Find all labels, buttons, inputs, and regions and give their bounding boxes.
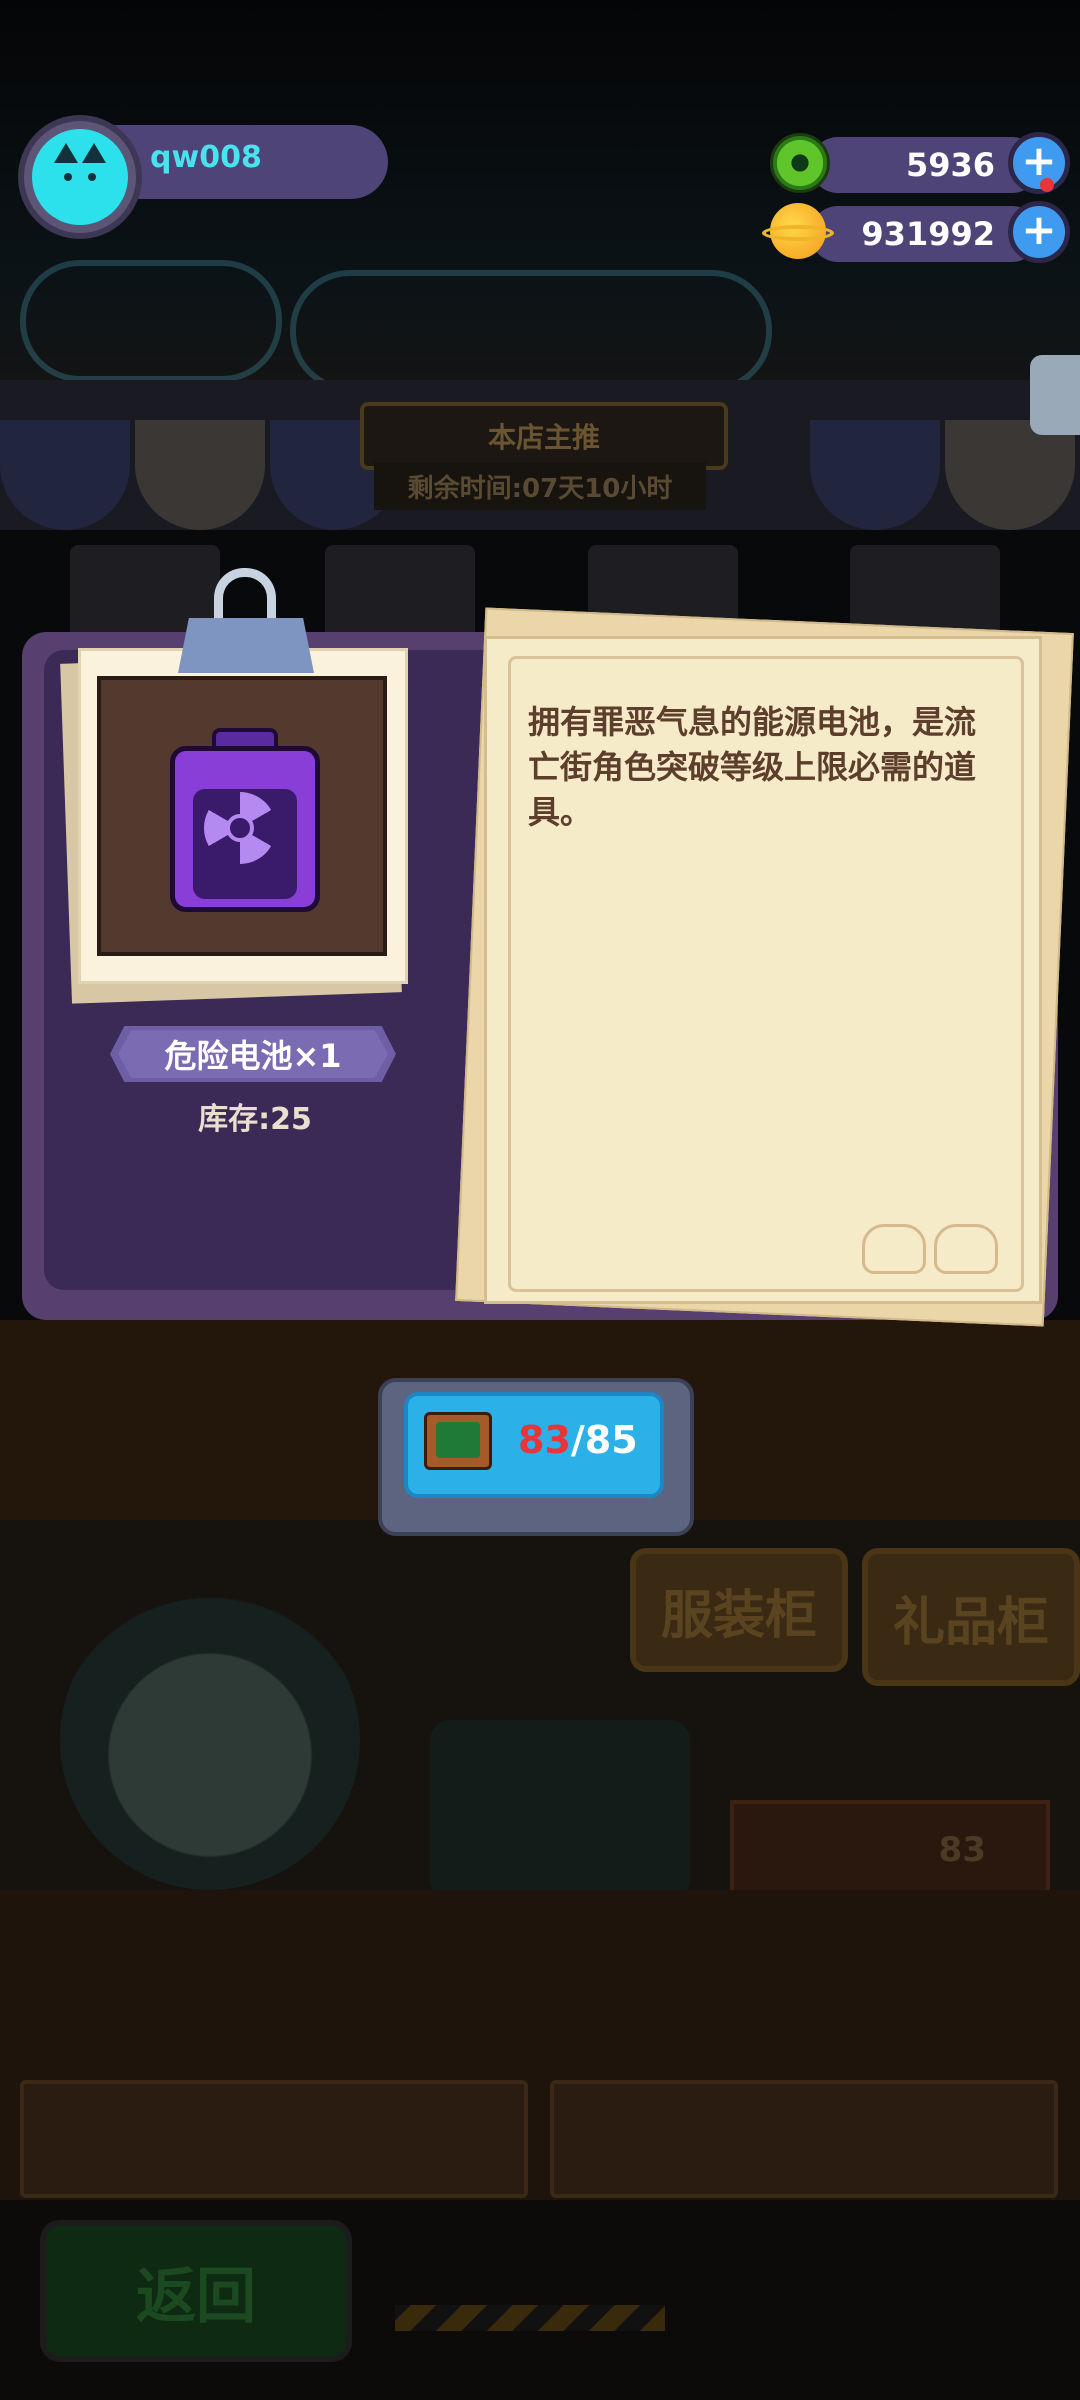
- clothing-cabinet[interactable]: 服装柜: [630, 1548, 848, 1672]
- featured-banner: 本店主推: [360, 402, 728, 470]
- material-box-count: 83: [938, 1830, 986, 1870]
- item-description: 拥有罪恶气息的能源电池，是流亡街角色突破等级上限必需的道具。: [528, 703, 977, 831]
- cat-doodle: [862, 1224, 926, 1274]
- gift-cabinet[interactable]: 礼品柜: [862, 1548, 1080, 1686]
- shopkeeper-character[interactable]: [60, 1590, 360, 1890]
- gift-cabinet-label: 礼品柜: [892, 1592, 1049, 1653]
- back-button-label: 返回: [136, 2261, 256, 2332]
- binder-clip-icon: [178, 568, 314, 678]
- add-green-currency-button[interactable]: +: [1008, 132, 1070, 194]
- avatar-frame[interactable]: [18, 115, 142, 239]
- neon-sign-cat: [20, 260, 282, 382]
- hazard-stripe: [395, 2305, 665, 2331]
- radiation-core: [226, 814, 254, 842]
- username: qw008: [150, 140, 262, 175]
- sewing-machine: [430, 1720, 690, 1900]
- back-button[interactable]: 返回: [40, 2220, 352, 2362]
- cat-doodle-icon: [862, 1224, 1002, 1278]
- remaining-time: 剩余时间:07天10小时: [374, 462, 706, 510]
- featured-banner-title: 本店主推: [487, 421, 600, 454]
- counter-drawer-right: [550, 2080, 1058, 2198]
- item-count: 83/85: [518, 1418, 638, 1462]
- cat-doodle: [934, 1224, 998, 1274]
- planet-coin-icon: [762, 203, 834, 265]
- notification-dot: [1040, 178, 1054, 192]
- clothing-cabinet-label: 服装柜: [660, 1585, 817, 1646]
- material-box[interactable]: 83: [730, 1800, 1050, 1900]
- green-currency-value: 5936: [905, 146, 995, 184]
- danger-battery-icon: [170, 728, 320, 912]
- circuit-board-icon: [424, 1412, 492, 1470]
- gold-currency-value: 931992: [861, 215, 995, 253]
- avatar-eye: [88, 173, 96, 181]
- remaining-time-text: 剩余时间:07天10小时: [407, 473, 673, 504]
- item-stock: 库存:25: [198, 1102, 312, 1137]
- cat-avatar-icon: [32, 129, 128, 225]
- circuit-chip: [436, 1422, 480, 1458]
- binder-clip-base: [178, 618, 314, 673]
- side-scissors-tab[interactable]: [1030, 355, 1080, 435]
- counter-drawer-left: [20, 2080, 528, 2198]
- green-coin-icon: [770, 133, 830, 193]
- add-gold-currency-button[interactable]: +: [1008, 201, 1070, 263]
- item-count-current: 83: [518, 1418, 571, 1462]
- item-count-separator: /: [570, 1418, 585, 1462]
- item-name-tag: 危险电池×1: [118, 1030, 388, 1078]
- neon-sign-fish: [290, 270, 772, 392]
- avatar-eye: [64, 173, 72, 181]
- item-count-max: 85: [584, 1418, 638, 1462]
- planet-ring: [762, 225, 834, 241]
- item-name: 危险电池×1: [164, 1037, 342, 1075]
